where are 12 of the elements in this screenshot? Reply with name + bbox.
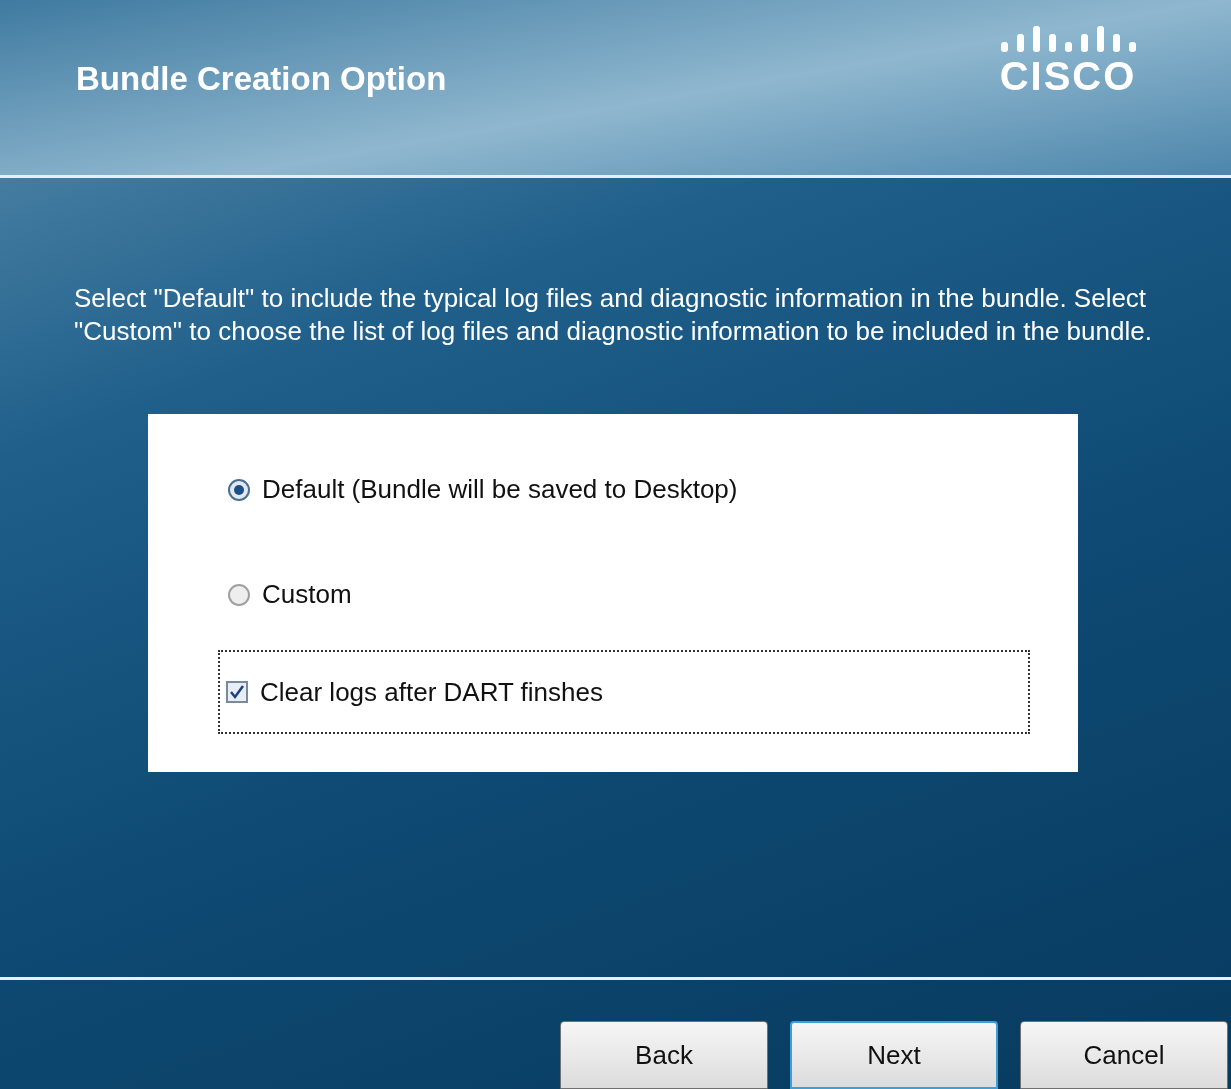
dialog-button[interactable]: Cancel (1020, 1021, 1228, 1089)
dialog-button[interactable]: Next (790, 1021, 998, 1089)
radio-button[interactable] (228, 478, 250, 501)
radio-button[interactable] (228, 583, 250, 606)
checkbox-label: Clear logs after DART finshes (260, 675, 603, 709)
description-text: Select "Default" to include the typical log files and diagnostic information in the bundle. Select "Custom" to choose the list of log files and diagnostic information to be included in the bundle. (74, 282, 1153, 348)
checkbox[interactable] (226, 681, 248, 703)
logo-text: CISCO (999, 56, 1137, 96)
radio-label: Custom (262, 578, 352, 611)
dialog-title: Bundle Creation Option (76, 62, 447, 95)
dialog-button[interactable]: Back (560, 1021, 768, 1089)
radio-label: Default (Bundle will be saved to Desktop) (262, 473, 738, 506)
